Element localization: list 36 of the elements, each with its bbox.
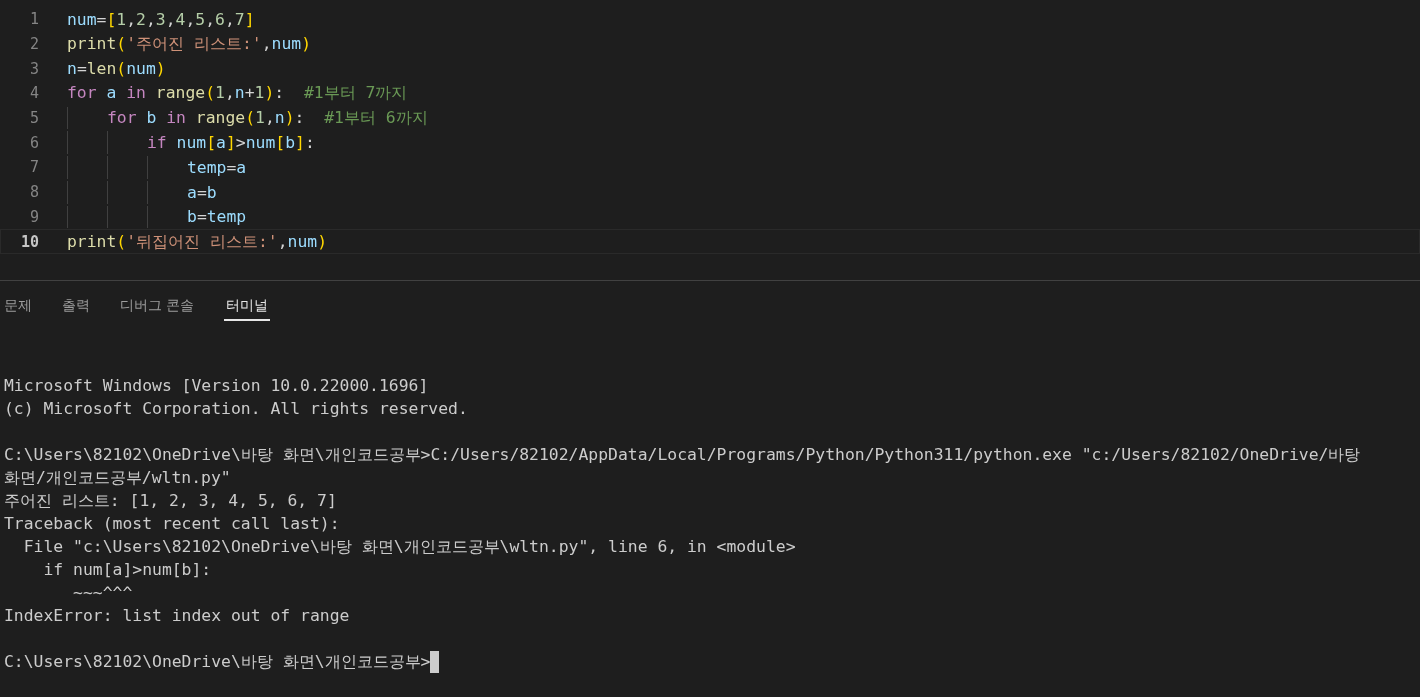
- code-line: temp=a: [187, 157, 247, 177]
- line-number: 1: [28, 10, 39, 29]
- terminal-line: (c) Microsoft Corporation. All rights reserved.: [4, 398, 469, 420]
- line-number: 2: [28, 35, 39, 54]
- terminal-cursor: [430, 650, 440, 673]
- panel-tab[interactable]: 디버그 콘솔: [120, 281, 195, 321]
- code-line: for b in range(1,n): #1부터 6까지: [107, 107, 428, 130]
- terminal-line: if num[a]>num[b]:: [42, 559, 213, 581]
- line-number: 4: [28, 84, 39, 103]
- code-line: n=len(num): [67, 59, 166, 79]
- terminal-line: Microsoft Windows [Version 10.0.22000.1696]: [4, 375, 430, 397]
- line-number: 8: [28, 183, 39, 202]
- line-number: 6: [28, 133, 39, 152]
- code-line: if num[a]>num[b]:: [147, 133, 315, 153]
- panel-tab[interactable]: 터미널: [224, 281, 271, 321]
- terminal-line: File "c:\Users\82102\OneDrive\바탕 화면\개인코드공부\wltn.py", line 6, in <module>: [22, 536, 797, 558]
- line-number: 5: [28, 109, 39, 128]
- terminal-line: C:\Users\82102\OneDrive\바탕 화면\개인코드공부>C:/Users/82102/AppData/Local/Programs/Python/Python311/python.exe "c:/Users/82102/OneDrive/바탕: [4, 444, 1362, 466]
- code-line: num=[1,2,3,4,5,6,7]: [67, 9, 255, 29]
- panel-tab[interactable]: 문제: [4, 281, 32, 321]
- code-line: a=b: [187, 182, 217, 202]
- code-line: for a in range(1,n+1): #1부터 7까지: [67, 82, 408, 105]
- terminal-line: IndexError: list index out of range: [4, 605, 351, 627]
- line-number: 10: [19, 232, 39, 251]
- terminal-line: 화면/개인코드공부/wltn.py": [4, 467, 232, 489]
- code-line: b=temp: [187, 207, 247, 227]
- terminal-prompt: C:\Users\82102\OneDrive\바탕 화면\개인코드공부>: [4, 651, 431, 673]
- line-number: 9: [28, 207, 39, 226]
- terminal-line: 주어진 리스트: [1, 2, 3, 4, 5, 6, 7]: [4, 490, 338, 512]
- terminal-line: ~~~^^^: [72, 582, 134, 604]
- code-line: print('주어진 리스트:',num): [67, 33, 312, 56]
- panel-tab[interactable]: 출력: [62, 281, 90, 321]
- terminal-line: Traceback (most recent call last):: [4, 513, 341, 535]
- line-number: 7: [28, 158, 39, 177]
- code-line: print('뒤집어진 리스트:',num): [67, 230, 328, 253]
- line-number: 3: [28, 59, 39, 78]
